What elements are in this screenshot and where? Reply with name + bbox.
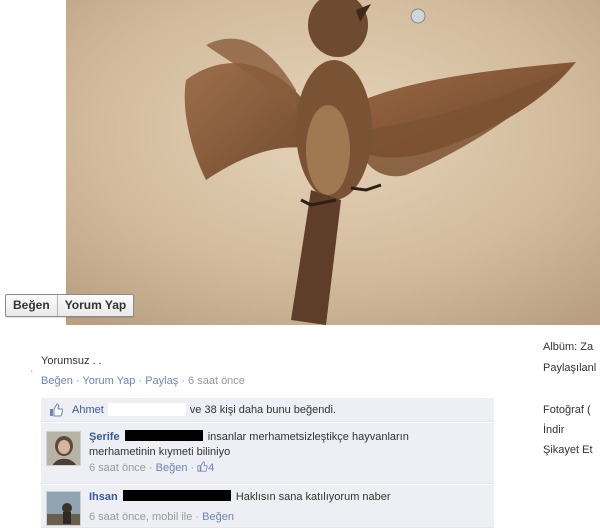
share-link[interactable]: Paylaş [145,375,178,387]
photo-like-button[interactable]: Beğen [6,295,57,316]
liker-name-link[interactable]: Ahmet [72,404,104,416]
photo-comment-button[interactable]: Yorum Yap [56,295,134,316]
post-caption: Yorumsuz . . [41,355,102,367]
like-count-value: 4 [208,462,215,474]
commenter-avatar[interactable] [46,431,81,466]
comment-item: Şerife insanlar merhametsizleştikçe hayv… [41,422,494,484]
album-link[interactable]: Albüm: Za [543,341,593,353]
redacted-surname [122,490,231,501]
photo[interactable] [66,0,600,325]
likes-summary: Ahmet ve 38 kişi daha bunu beğendi. [41,398,494,422]
bird-photo-image [66,0,600,325]
feedback-box: Ahmet ve 38 kişi daha bunu beğendi. Şeri… [41,398,494,528]
comment-author[interactable]: Şerife [89,431,120,443]
redacted-name [107,403,186,416]
comment-text-continued: merhametinin kıymeti biliniyo [89,446,231,458]
post-timestamp[interactable]: 6 saat önce [188,375,245,387]
comment-timestamp[interactable]: 6 saat önce [89,462,146,474]
caption-bullet: · [30,366,34,377]
photo-viewer: Beğen Yorum Yap [0,0,600,325]
comment-link[interactable]: Yorum Yap [82,375,135,387]
separator: · [148,462,153,474]
separator: · [138,375,143,387]
separator: · [190,462,195,474]
comment-body: Ihsan Haklısın sana katılıyorum naber 6 … [89,490,488,525]
shared-link[interactable]: Paylaşılanl [543,362,596,374]
comment-meta: 6 saat önce, mobil ile · Beğen [89,510,488,525]
like-link[interactable]: Beğen [41,375,73,387]
tag-photo-link[interactable]: Fotoğraf ( [543,404,591,416]
avatar-image [47,492,80,525]
avatar-image [47,432,80,465]
thumbs-up-icon [50,402,63,416]
download-link[interactable]: İndir [543,424,564,436]
separator: · [195,511,200,523]
redacted-surname [124,430,203,441]
photo-action-bar: Beğen Yorum Yap [5,294,135,317]
report-link[interactable]: Şikayet Et [543,444,593,456]
comment-like-link[interactable]: Beğen [156,462,188,474]
comment-text: Haklısın sana katılıyorum naber [235,491,391,503]
post-action-links: Beğen · Yorum Yap · Paylaş · 6 saat önce [41,375,245,387]
comment-item: Ihsan Haklısın sana katılıyorum naber 6 … [41,484,494,528]
separator: · [75,375,80,387]
comment-body: Şerife insanlar merhametsizleştikçe hayv… [89,430,488,476]
thumbs-up-icon [197,461,208,472]
comment-text: insanlar merhametsizleştikçe hayvanların [207,431,409,443]
comment-like-count[interactable]: 4 [197,461,215,474]
likes-count-text[interactable]: ve 38 kişi daha bunu beğendi. [190,404,336,416]
comment-meta: 6 saat önce · Beğen · 4 [89,461,488,476]
separator: · [181,375,185,387]
commenter-avatar[interactable] [46,491,81,526]
comment-author[interactable]: Ihsan [89,491,118,503]
comment-timestamp[interactable]: 6 saat önce, mobil ile [89,511,192,523]
comment-like-link[interactable]: Beğen [202,511,234,523]
